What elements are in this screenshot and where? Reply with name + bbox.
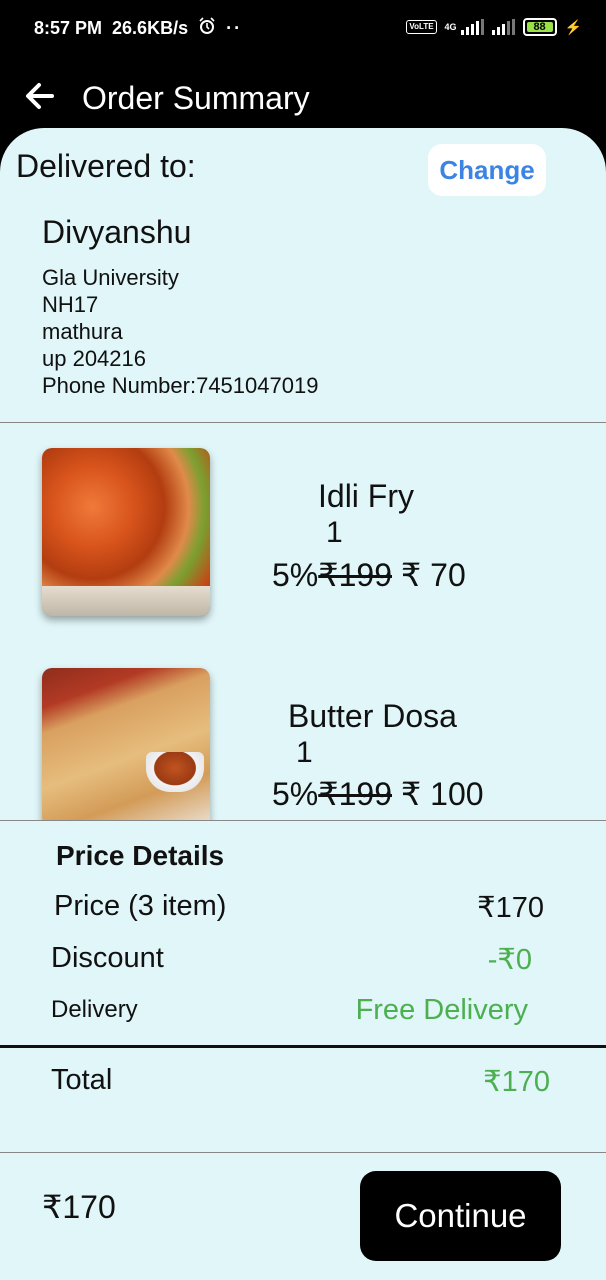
change-address-button[interactable]: Change	[428, 144, 546, 196]
volte-icon: VoLTE	[406, 20, 437, 34]
charging-icon: ⚡	[564, 18, 582, 35]
status-bar: 8:57 PM 26.6KB/s ·· VoLTE 4G 88 ⚡	[0, 0, 606, 60]
total-label: Total	[51, 1064, 113, 1096]
item-qty: 1	[326, 516, 343, 549]
status-left: 8:57 PM 26.6KB/s ··	[34, 17, 242, 40]
price-details-title: Price Details	[56, 840, 225, 871]
price-value: ₹170	[477, 892, 544, 924]
delivery-address: Gla University NH17 mathura up 204216 Ph…	[42, 264, 318, 399]
item-original-price: ₹199	[318, 557, 392, 593]
status-dots: ··	[226, 18, 243, 38]
address-line: Gla University	[42, 265, 179, 290]
discount-label: Discount	[51, 942, 164, 974]
item-discount: 5%	[272, 557, 319, 593]
item-name: Idli Fry	[318, 478, 414, 514]
delivery-value: Free Delivery	[355, 994, 528, 1026]
footer-amount: ₹170	[42, 1189, 116, 1225]
order-summary-card: Delivered to: Change Divyanshu Gla Unive…	[0, 128, 606, 1280]
address-line: mathura	[42, 319, 123, 344]
delivery-label: Delivery	[51, 996, 138, 1023]
divider	[0, 422, 606, 423]
item-final-price: ₹ 70	[392, 557, 466, 593]
address-line: up 204216	[42, 346, 146, 371]
item-image-butter-dosa[interactable]	[42, 668, 210, 828]
phone-number: Phone Number:7451047019	[42, 373, 319, 398]
status-right: VoLTE 4G 88 ⚡	[406, 18, 582, 36]
alarm-icon	[198, 17, 216, 40]
item-discount: 5%	[272, 776, 319, 812]
price-label: Price (3 item)	[54, 890, 227, 922]
page-title: Order Summary	[82, 80, 310, 116]
divider	[0, 1152, 606, 1153]
network-type: 4G	[444, 22, 457, 32]
total-value: ₹170	[483, 1066, 550, 1098]
address-line: NH17	[42, 292, 99, 317]
item-image-idli-fry[interactable]	[42, 448, 210, 616]
customer-name: Divyanshu	[42, 214, 192, 250]
discount-value: -₹0	[487, 944, 532, 976]
signal-icon-2	[491, 19, 515, 35]
status-speed: 26.6KB/s	[112, 18, 189, 38]
item-name: Butter Dosa	[288, 698, 457, 734]
status-time: 8:57 PM	[34, 18, 103, 38]
item-original-price: ₹199	[318, 776, 392, 812]
divider	[0, 820, 606, 821]
item-qty: 1	[296, 736, 313, 769]
item-price: 5%₹199 ₹ 100	[272, 775, 484, 813]
signal-icon	[460, 19, 484, 35]
continue-button[interactable]: Continue	[360, 1171, 561, 1261]
battery-level: 88	[533, 21, 546, 33]
delivered-to-label: Delivered to:	[16, 148, 196, 184]
battery-icon: 88	[522, 18, 557, 36]
item-price: 5%₹199 ₹ 70	[272, 556, 466, 594]
arrow-left-icon[interactable]	[22, 78, 58, 121]
price-details-section: Price Details Price (3 item) ₹170 Discou…	[0, 820, 606, 1280]
total-divider	[0, 1045, 606, 1048]
item-final-price: ₹ 100	[392, 776, 484, 812]
